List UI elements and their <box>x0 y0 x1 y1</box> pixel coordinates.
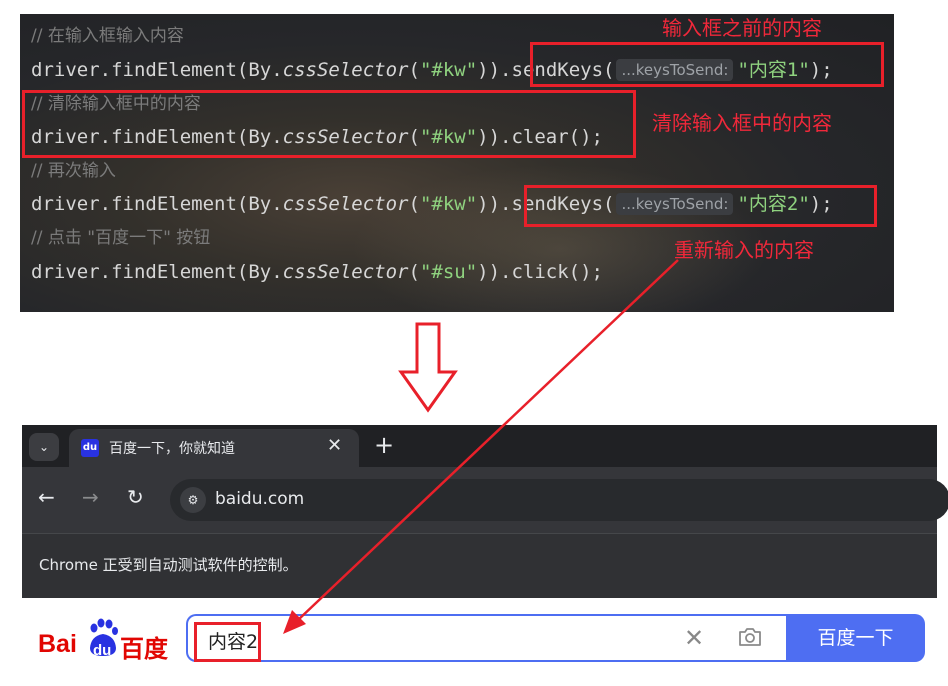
site-info-icon[interactable]: ⚙ <box>180 487 206 513</box>
tab-baidu[interactable]: du 百度一下，你就知道 ✕ <box>69 429 359 467</box>
code-string: "#kw" <box>419 193 478 215</box>
down-arrow-icon <box>398 322 458 413</box>
code-line-4: driver.findElement(By.cssSelector("#su")… <box>31 260 603 284</box>
tab-title: 百度一下，你就知道 <box>109 441 235 457</box>
annotation-clear-content: 清除输入框中的内容 <box>652 111 832 135</box>
code-string: "#su" <box>419 261 478 283</box>
highlight-sendkeys-2 <box>524 185 877 227</box>
tab-search-icon[interactable]: ⌄ <box>29 433 59 461</box>
code-text: ( <box>408 59 420 81</box>
code-text: )).click(); <box>477 261 604 283</box>
code-method: cssSelector <box>282 193 409 215</box>
reload-button[interactable]: ↻ <box>127 485 144 509</box>
code-text: ( <box>408 193 420 215</box>
code-string: "#kw" <box>419 59 478 81</box>
forward-button[interactable]: → <box>82 485 99 509</box>
code-text: )). <box>477 193 512 215</box>
address-bar[interactable]: ⚙ baidu.com <box>170 479 948 521</box>
logo-latin: Bai <box>38 630 77 658</box>
search-button[interactable]: 百度一下 <box>786 614 925 662</box>
browser-window: ⌄ du 百度一下，你就知道 ✕ + ← → ↻ ⚙ baidu.com Chr… <box>22 425 948 598</box>
code-text: driver.findElement(By. <box>31 193 283 215</box>
tab-strip: ⌄ du 百度一下，你就知道 ✕ + <box>22 425 937 467</box>
search-input[interactable]: 内容2 ✕ <box>186 614 790 662</box>
clear-icon[interactable]: ✕ <box>684 624 704 652</box>
code-text: )). <box>477 59 512 81</box>
code-text: driver.findElement(By. <box>31 59 283 81</box>
code-text: ( <box>408 261 420 283</box>
code-comment-3: // 再次输入 <box>31 161 116 181</box>
highlight-clear <box>22 90 636 158</box>
code-text: driver.findElement(By. <box>31 261 283 283</box>
annotation-new-content: 重新输入的内容 <box>674 238 814 262</box>
back-button[interactable]: ← <box>38 485 55 509</box>
code-comment-1: // 在输入框输入内容 <box>31 26 184 46</box>
url-text[interactable]: baidu.com <box>215 489 304 509</box>
new-tab-button[interactable]: + <box>374 431 394 459</box>
logo-chinese: 百度 <box>120 635 168 663</box>
tab-close-icon[interactable]: ✕ <box>327 435 342 456</box>
highlight-sendkeys-1 <box>530 42 884 87</box>
code-comment-4: // 点击 "百度一下" 按钮 <box>31 228 211 248</box>
logo-paw-text: du <box>93 642 112 659</box>
baidu-logo[interactable]: Bai du 百度 <box>38 618 168 663</box>
baidu-favicon-icon: du <box>81 439 99 457</box>
browser-toolbar: ← → ↻ ⚙ baidu.com <box>22 467 948 533</box>
code-method: cssSelector <box>282 59 409 81</box>
code-method: cssSelector <box>282 261 409 283</box>
annotation-before-content: 输入框之前的内容 <box>662 16 822 40</box>
camera-icon[interactable] <box>738 627 762 647</box>
infobar-text: Chrome 正受到自动测试软件的控制。 <box>39 556 298 574</box>
automation-infobar: Chrome 正受到自动测试软件的控制。 <box>22 533 937 598</box>
highlight-search-value <box>194 622 261 662</box>
